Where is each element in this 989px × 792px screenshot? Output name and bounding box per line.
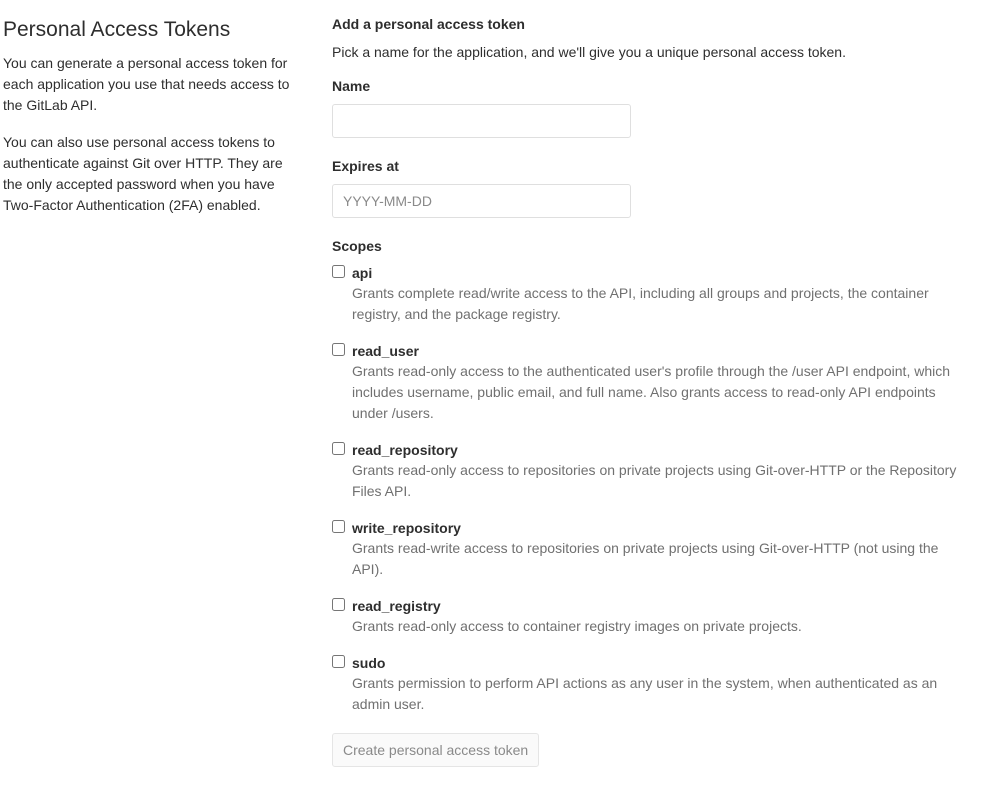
scope-write-repository: write_repository Grants read-write acces… <box>332 518 962 580</box>
page: Personal Access Tokens You can generate … <box>0 0 989 792</box>
scope-name[interactable]: sudo <box>352 653 962 673</box>
scope-read-registry: read_registry Grants read-only access to… <box>332 596 962 637</box>
intro-paragraph: You can generate a personal access token… <box>3 55 290 113</box>
scope-description: Grants read-write access to repositories… <box>352 540 939 577</box>
form-heading: Add a personal access token <box>332 16 525 32</box>
expires-label: Expires at <box>332 158 399 174</box>
name-input[interactable] <box>332 104 631 138</box>
scope-read-repository-checkbox[interactable] <box>332 442 345 455</box>
scope-api-checkbox[interactable] <box>332 265 345 278</box>
token-form: Add a personal access token Pick a name … <box>332 14 962 767</box>
scope-sudo-checkbox[interactable] <box>332 655 345 668</box>
scope-read-registry-checkbox[interactable] <box>332 598 345 611</box>
http-auth-paragraph: You can also use personal access tokens … <box>3 134 283 213</box>
scope-description: Grants read-only access to repositories … <box>352 462 957 499</box>
scope-description: Grants complete read/write access to the… <box>352 285 929 322</box>
scopes-label: Scopes <box>332 238 382 254</box>
scope-description: Grants permission to perform API actions… <box>352 675 938 712</box>
scope-name[interactable]: api <box>352 263 962 283</box>
scope-read-user: read_user Grants read-only access to the… <box>332 341 962 424</box>
scope-description: Grants read-only access to container reg… <box>352 618 802 634</box>
scope-write-repository-checkbox[interactable] <box>332 520 345 533</box>
expires-at-input[interactable] <box>332 184 631 218</box>
form-description: Pick a name for the application, and we'… <box>332 44 846 60</box>
scope-name[interactable]: read_registry <box>352 596 962 616</box>
scope-sudo: sudo Grants permission to perform API ac… <box>332 653 962 715</box>
scope-name[interactable]: write_repository <box>352 518 962 538</box>
scope-read-repository: read_repository Grants read-only access … <box>332 440 962 502</box>
scope-description: Grants read-only access to the authentic… <box>352 363 951 421</box>
page-title: Personal Access Tokens <box>3 18 231 41</box>
scope-read-user-checkbox[interactable] <box>332 343 345 356</box>
scope-name[interactable]: read_repository <box>352 440 962 460</box>
scope-name[interactable]: read_user <box>352 341 962 361</box>
create-token-button[interactable]: Create personal access token <box>332 733 540 767</box>
name-label: Name <box>332 78 371 94</box>
scope-api: api Grants complete read/write access to… <box>332 263 962 325</box>
info-column: Personal Access Tokens You can generate … <box>3 17 303 232</box>
